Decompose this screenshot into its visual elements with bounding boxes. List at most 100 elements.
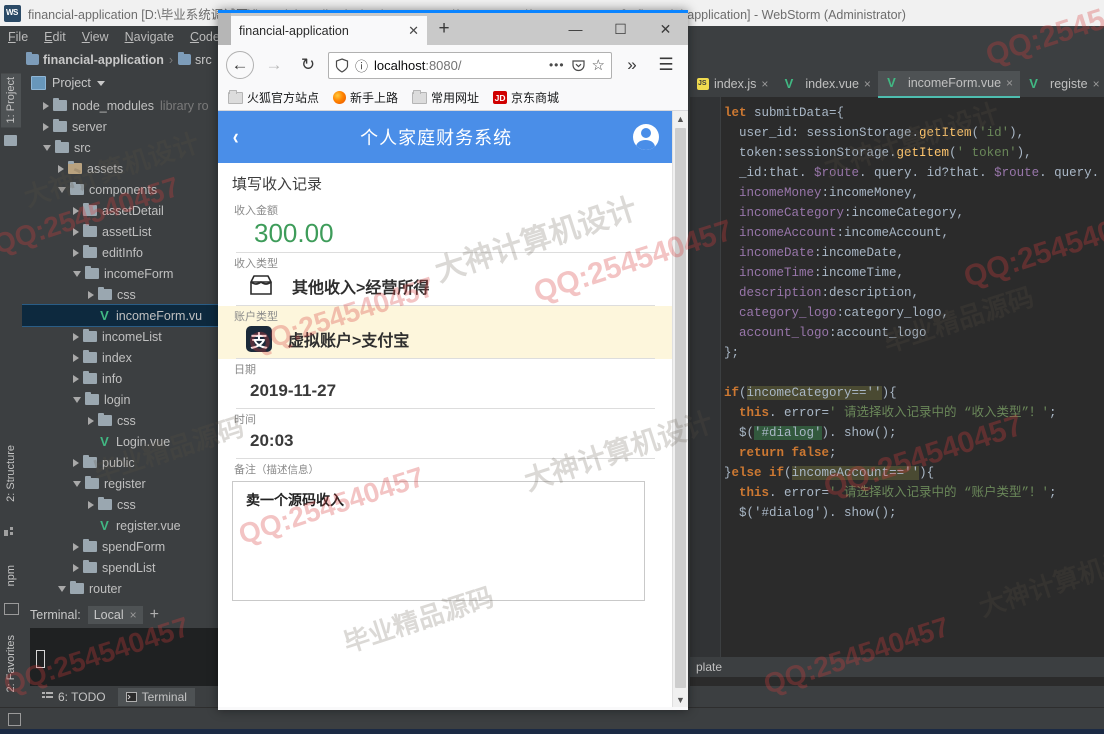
tree-item-css[interactable]: css	[22, 410, 218, 431]
tree-item-spendlist[interactable]: spendList	[22, 557, 218, 578]
caret-down-icon[interactable]	[58, 585, 66, 592]
caret-right-icon[interactable]	[73, 374, 79, 383]
caret-right-icon[interactable]	[88, 290, 94, 299]
reload-button[interactable]: ↻	[294, 51, 322, 79]
tree-item-public[interactable]: public	[22, 452, 218, 473]
bottom-tab-todo[interactable]: 6: TODO	[34, 688, 114, 706]
caret-right-icon[interactable]	[73, 542, 79, 551]
tree-item-assets[interactable]: assets	[22, 158, 218, 179]
caret-down-icon[interactable]	[73, 480, 81, 487]
bookmark-item[interactable]: 新手上路	[333, 89, 398, 106]
bookmark-item[interactable]: 常用网址	[412, 89, 479, 106]
code-area[interactable]: let submitData={ user_id: sessionStorage…	[690, 97, 1104, 657]
tree-item-incomelist[interactable]: incomeList	[22, 326, 218, 347]
close-icon[interactable]: ×	[864, 77, 871, 91]
overflow-button[interactable]: »	[618, 51, 646, 79]
pocket-icon[interactable]	[571, 58, 586, 73]
menu-file[interactable]: File	[0, 30, 36, 44]
tree-item-register-vue[interactable]: Vregister.vue	[22, 515, 218, 536]
caret-down-icon[interactable]	[58, 186, 66, 193]
project-panel-header[interactable]: Project	[22, 71, 218, 95]
caret-right-icon[interactable]	[43, 122, 49, 131]
editor-tab-registe[interactable]: Vregiste ×	[1020, 71, 1104, 97]
tool-tab-npm[interactable]: npm	[1, 561, 21, 590]
bookmark-item[interactable]: 火狐官方站点	[228, 89, 319, 106]
page-actions-icon[interactable]: •••	[549, 58, 565, 72]
caret-down-icon[interactable]	[73, 270, 81, 277]
caret-down-icon[interactable]	[73, 396, 81, 403]
tree-item-assetlist[interactable]: assetList	[22, 221, 218, 242]
tree-item-spendform[interactable]: spendForm	[22, 536, 218, 557]
breadcrumb-project[interactable]: financial-application	[26, 52, 164, 67]
field-date[interactable]: 日期 2019-11-27	[218, 359, 673, 409]
field-picker[interactable]: 其他收入>经营所得	[232, 271, 659, 305]
terminal-tab-local[interactable]: Local ×	[87, 606, 143, 624]
tree-item-index[interactable]: index	[22, 347, 218, 368]
add-terminal-button[interactable]: +	[150, 607, 159, 623]
tree-item-css[interactable]: css	[22, 284, 218, 305]
tree-item-info[interactable]: info	[22, 368, 218, 389]
user-avatar-icon[interactable]	[632, 124, 659, 150]
caret-right-icon[interactable]	[73, 458, 79, 467]
caret-right-icon[interactable]	[88, 500, 94, 509]
browser-tab[interactable]: financial-application ✕	[231, 16, 427, 45]
forward-button[interactable]: →	[260, 51, 288, 79]
field-picker[interactable]: 支 虚拟账户>支付宝	[232, 324, 659, 358]
caret-right-icon[interactable]	[73, 353, 79, 362]
tool-tab-favorites[interactable]: 2: Favorites	[1, 631, 21, 696]
tree-item-incomeform-vu[interactable]: VincomeForm.vu	[22, 304, 218, 327]
field-time[interactable]: 时间 20:03	[218, 409, 673, 459]
caret-right-icon[interactable]	[73, 206, 79, 215]
notes-textarea[interactable]: 卖一个源码收入	[232, 481, 645, 601]
tool-tab-structure[interactable]: 2: Structure	[1, 441, 21, 506]
tree-item-server[interactable]: server	[22, 116, 218, 137]
field-income-category[interactable]: 收入类型 其他收入>经营所得	[218, 253, 673, 306]
minimize-button[interactable]: —	[553, 13, 598, 45]
caret-right-icon[interactable]	[73, 332, 79, 341]
caret-down-icon[interactable]	[43, 144, 51, 151]
scroll-down-icon[interactable]: ▼	[673, 692, 688, 707]
caret-right-icon[interactable]	[88, 416, 94, 425]
tree-item-css[interactable]: css	[22, 494, 218, 515]
address-bar[interactable]: ⓘ localhost:8080/ ••• ☆	[328, 51, 612, 79]
tool-tab-project[interactable]: 1: Project	[1, 73, 21, 128]
hamburger-menu-icon[interactable]: ☰	[652, 51, 680, 79]
tree-item-assetdetail[interactable]: assetDetail	[22, 200, 218, 221]
close-icon[interactable]: ×	[130, 608, 137, 622]
bottom-tab-terminal[interactable]: Terminal	[117, 687, 195, 706]
bookmark-item[interactable]: JD 京东商城	[493, 89, 559, 106]
close-icon[interactable]: ×	[1006, 76, 1013, 90]
page-scrollbar[interactable]: ▲ ▼	[672, 111, 688, 707]
tree-item-src[interactable]: src	[22, 137, 218, 158]
scrollbar-thumb[interactable]	[675, 128, 686, 688]
editor-tab-index-js[interactable]: index.js ×	[690, 71, 775, 97]
new-tab-button[interactable]: +	[427, 13, 461, 45]
layout-icon[interactable]	[8, 713, 21, 726]
editor-tab-index-vue[interactable]: Vindex.vue ×	[775, 71, 878, 97]
info-icon[interactable]: ⓘ	[355, 56, 368, 75]
terminal-output[interactable]	[30, 628, 218, 686]
editor-tab-incomeform-vue[interactable]: VincomeForm.vue ×	[877, 71, 1021, 98]
tree-item-router[interactable]: router	[22, 578, 218, 599]
scroll-up-icon[interactable]: ▲	[673, 111, 688, 126]
tree-item-incomeform[interactable]: incomeForm	[22, 263, 218, 284]
field-account-type[interactable]: 账户类型 支 虚拟账户>支付宝	[218, 306, 673, 359]
back-button[interactable]: ←	[226, 51, 254, 79]
back-chevron-icon[interactable]: ‹	[233, 124, 239, 150]
tree-item-login-vue[interactable]: V Login.vue	[22, 431, 218, 452]
tree-item-register[interactable]: register	[22, 473, 218, 494]
tree-item-editinfo[interactable]: editInfo	[22, 242, 218, 263]
close-icon[interactable]: ×	[1093, 77, 1100, 91]
menu-view[interactable]: View	[74, 30, 117, 44]
breadcrumb-src[interactable]: src	[178, 52, 212, 67]
close-button[interactable]: ✕	[643, 13, 688, 45]
chevron-down-icon[interactable]	[96, 80, 105, 86]
maximize-button[interactable]: ☐	[598, 13, 643, 45]
tree-item-node-modules[interactable]: node_modules library ro	[22, 95, 218, 116]
close-icon[interactable]: ✕	[408, 23, 419, 39]
caret-right-icon[interactable]	[73, 563, 79, 572]
tree-item-components[interactable]: components	[22, 179, 218, 200]
menu-edit[interactable]: Edit	[36, 30, 74, 44]
caret-right-icon[interactable]	[73, 248, 79, 257]
caret-right-icon[interactable]	[73, 227, 79, 236]
